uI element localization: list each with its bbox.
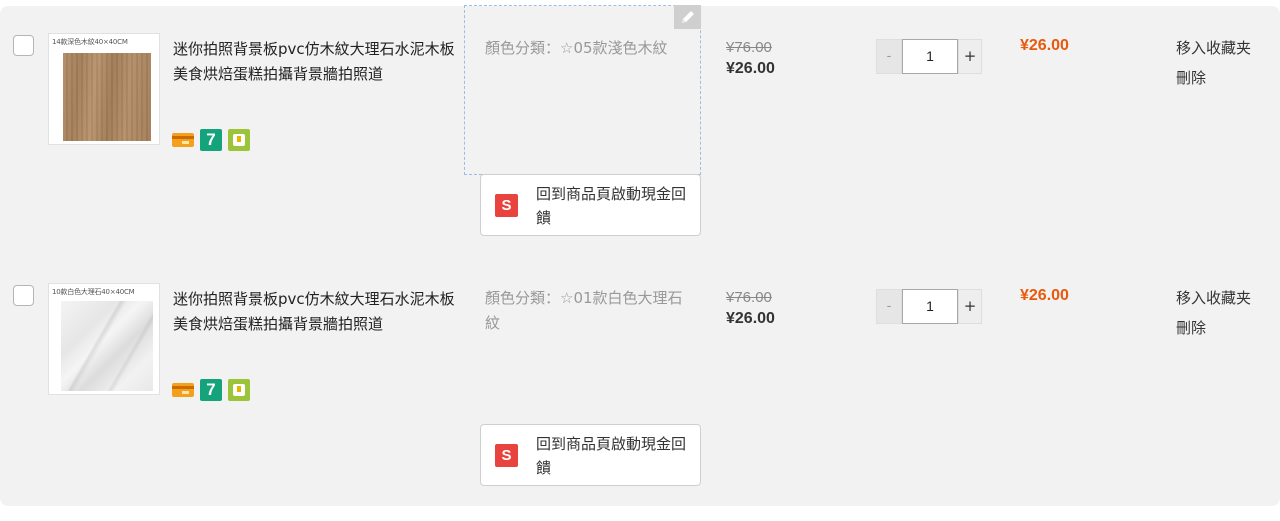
move-to-favorites-link[interactable]: 移入收藏夹 [1176,287,1251,308]
store-pickup-icon [228,129,250,151]
current-price: ¥26.00 [726,310,775,327]
marble-texture-image [61,301,153,391]
quantity-input[interactable]: 1 [902,289,958,324]
product-thumbnail[interactable]: 10款白色大理石40×40CM [48,283,160,395]
variant-label: 顏色分類：☆01款白色大理石紋 [485,289,683,332]
edit-variant-button[interactable] [674,5,701,29]
credit-card-icon [172,129,194,151]
delete-item-link[interactable]: 刪除 [1176,317,1206,338]
cart-item-row: 10款白色大理石40×40CM 迷你拍照背景板pvc仿木紋大理石水泥木板美食烘焙… [0,256,1280,506]
cart-item-row: 14款深色木紋40×40CM 迷你拍照背景板pvc仿木紋大理石水泥木板美食烘焙蛋… [0,5,1280,256]
increase-quantity-button[interactable]: + [958,39,982,74]
variant-edit-area[interactable] [464,5,701,175]
seven-eleven-icon: 7 [200,129,222,151]
variant-label: 顏色分類：☆05款淺色木紋 [485,39,668,57]
wood-texture-image [63,53,151,141]
service-badges: 7 [172,379,250,401]
item-subtotal: ¥26.00 [1020,287,1069,304]
quantity-stepper: - 1 + [876,39,982,74]
store-pickup-icon [228,379,250,401]
cashback-label: 回到商品頁啟動現金回饋 [536,435,687,477]
shopback-icon: S [495,194,518,217]
current-price: ¥26.00 [726,60,775,77]
pencil-icon [681,11,694,23]
decrease-quantity-button[interactable]: - [876,289,902,324]
item-select-checkbox[interactable] [13,285,34,306]
delete-item-link[interactable]: 刪除 [1176,67,1206,88]
product-title-link[interactable]: 迷你拍照背景板pvc仿木紋大理石水泥木板美食烘焙蛋糕拍攝背景牆拍照道 [173,37,455,87]
credit-card-icon [172,379,194,401]
service-badges: 7 [172,129,250,151]
thumbnail-caption: 10款白色大理石40×40CM [52,288,135,296]
cashback-button[interactable]: S 回到商品頁啟動現金回饋 [480,174,701,236]
increase-quantity-button[interactable]: + [958,289,982,324]
item-select-checkbox[interactable] [13,35,34,56]
cashback-button[interactable]: S 回到商品頁啟動現金回饋 [480,424,701,486]
quantity-input[interactable]: 1 [902,39,958,74]
move-to-favorites-link[interactable]: 移入收藏夹 [1176,37,1251,58]
decrease-quantity-button[interactable]: - [876,39,902,74]
product-thumbnail[interactable]: 14款深色木紋40×40CM [48,33,160,145]
thumbnail-caption: 14款深色木紋40×40CM [52,38,128,46]
shopback-icon: S [495,444,518,467]
original-price: ¥76.00 [726,39,772,56]
cashback-label: 回到商品頁啟動現金回饋 [536,185,687,227]
quantity-stepper: - 1 + [876,289,982,324]
product-title-link[interactable]: 迷你拍照背景板pvc仿木紋大理石水泥木板美食烘焙蛋糕拍攝背景牆拍照道 [173,287,455,337]
original-price: ¥76.00 [726,289,772,306]
seven-eleven-icon: 7 [200,379,222,401]
item-subtotal: ¥26.00 [1020,37,1069,54]
cart-item-list: 14款深色木紋40×40CM 迷你拍照背景板pvc仿木紋大理石水泥木板美食烘焙蛋… [0,5,1280,506]
